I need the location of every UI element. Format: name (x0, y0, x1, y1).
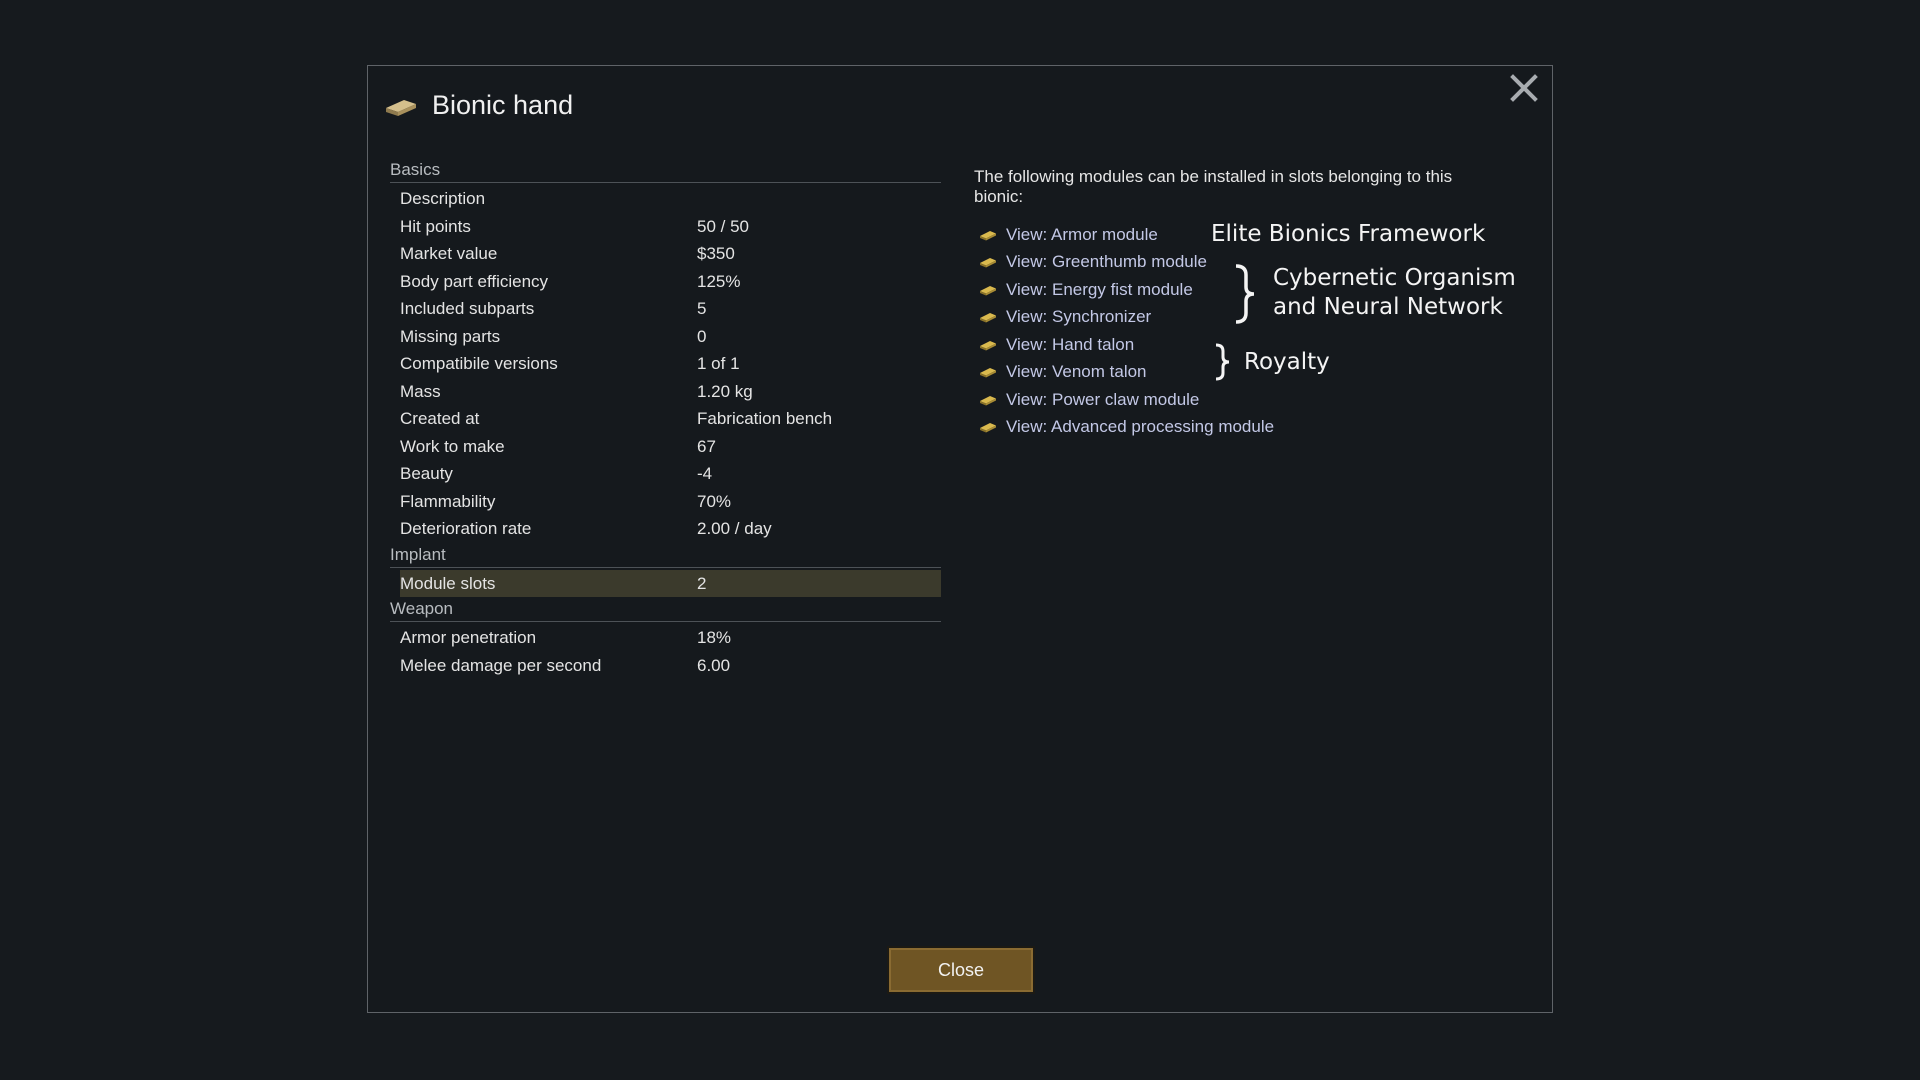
module-icon (980, 368, 996, 378)
close-icon[interactable] (1508, 72, 1540, 104)
module-link-label: View: Power claw module (1006, 389, 1200, 409)
dialog-title: Bionic hand (432, 90, 574, 120)
stat-label: Created at (400, 409, 480, 428)
module-icon (980, 340, 996, 351)
section-header-basics: Basics (390, 158, 941, 183)
stat-value: 0 (697, 326, 707, 346)
stat-label: Deterioration rate (400, 519, 532, 538)
stat-label: Beauty (400, 464, 453, 483)
stat-row[interactable]: Included subparts 5 (390, 295, 941, 323)
module-link-label: View: Venom talon (1006, 362, 1147, 382)
stat-label: Armor penetration (400, 628, 537, 647)
stats-panel: Basics Description Hit points 50 / 50 Market… (390, 158, 941, 679)
stat-value: 5 (697, 299, 707, 318)
module-link[interactable]: View: Power claw module (974, 386, 1534, 414)
stat-value: -4 (697, 464, 713, 483)
stat-label: Missing parts (400, 326, 501, 346)
section-header-weapon: Weapon (390, 597, 941, 622)
stat-row[interactable]: Mass 1.20 kg (390, 378, 941, 406)
annotation-cybernetic-line2: and Neural Network (1273, 294, 1503, 320)
stat-row[interactable]: Beauty -4 (390, 460, 941, 488)
stat-row[interactable]: Hit points 50 / 50 (390, 213, 941, 241)
module-list: View: Armor module View: Greenthumb modul… (974, 221, 1534, 441)
brace-icon (1235, 264, 1255, 324)
stat-row[interactable]: Module slots 2 (400, 569, 941, 597)
annotation-royalty: Royalty (1244, 349, 1330, 375)
stat-row[interactable]: Armor penetration 18% (390, 624, 941, 652)
module-link-label: View: Synchronizer (1006, 307, 1152, 327)
stat-row[interactable]: Deterioration rate 2.00 / day (390, 515, 941, 543)
stat-label: Included subparts (400, 299, 535, 318)
section-header-implant: Implant (390, 543, 941, 568)
module-link-label: View: Armor module (1006, 224, 1158, 244)
dialog-header: Bionic hand (384, 90, 573, 121)
stat-label: Module slots (400, 573, 496, 593)
stat-row[interactable]: Missing parts 0 (390, 323, 941, 351)
module-link-label: View: Greenthumb module (1006, 252, 1207, 272)
stat-row[interactable]: Description (390, 185, 941, 213)
stat-value: 50 / 50 (697, 216, 749, 236)
stat-row[interactable]: Created at Fabrication bench (390, 405, 941, 433)
module-icon (980, 230, 996, 241)
stat-value: 1 of 1 (697, 354, 740, 373)
module-link-label: View: Advanced processing module (1006, 417, 1275, 437)
annotation-elite-bionics: Elite Bionics Framework (1211, 221, 1486, 247)
stat-label: Mass (400, 381, 441, 401)
stat-value: 67 (697, 436, 716, 456)
stat-row[interactable]: Melee damage per second 6.00 (390, 652, 941, 680)
stat-label: Description (400, 189, 486, 208)
stat-row[interactable]: Compatibile versions 1 of 1 (390, 350, 941, 378)
stat-label: Flammability (400, 491, 496, 511)
stat-value: 6.00 (697, 655, 731, 675)
stat-label: Work to make (400, 436, 505, 456)
module-icon (980, 313, 996, 323)
stat-row[interactable]: Market value $350 (390, 240, 941, 268)
stat-label: Hit points (400, 216, 471, 236)
module-link[interactable]: View: Advanced processing module (974, 414, 1534, 442)
annotation-cybernetic-line1: Cybernetic Organism (1273, 265, 1516, 291)
stat-value: 70% (697, 491, 732, 511)
stat-label: Body part efficiency (400, 271, 549, 291)
stat-row[interactable]: Body part efficiency 125% (390, 268, 941, 296)
module-icon (980, 258, 996, 268)
stat-label: Compatibile versions (400, 354, 558, 373)
stat-value: 1.20 kg (697, 381, 753, 401)
stat-value: 2.00 / day (697, 519, 772, 538)
module-link-label: View: Energy fist module (1006, 279, 1193, 299)
stat-value: $350 (697, 244, 735, 263)
bionic-part-icon (386, 99, 416, 116)
item-info-dialog: Bionic hand Basics Description Hit points 5… (367, 65, 1553, 1013)
module-icon (980, 423, 996, 433)
stat-value: Fabrication bench (697, 409, 833, 428)
module-link-label: View: Hand talon (1006, 334, 1135, 354)
brace-icon (1215, 343, 1230, 381)
module-icon (980, 285, 996, 296)
stat-label: Melee damage per second (400, 655, 602, 675)
stat-row[interactable]: Flammability 70% (390, 488, 941, 516)
stat-label: Market value (400, 244, 498, 263)
stat-value: 125% (697, 271, 741, 291)
module-icon (980, 395, 996, 406)
stat-value: 18% (697, 628, 732, 647)
close-button[interactable]: Close (887, 946, 1035, 994)
stat-row[interactable]: Work to make 67 (390, 433, 941, 461)
modules-intro: The following modules can be installed i… (974, 167, 1453, 206)
stat-value: 2 (697, 573, 707, 593)
